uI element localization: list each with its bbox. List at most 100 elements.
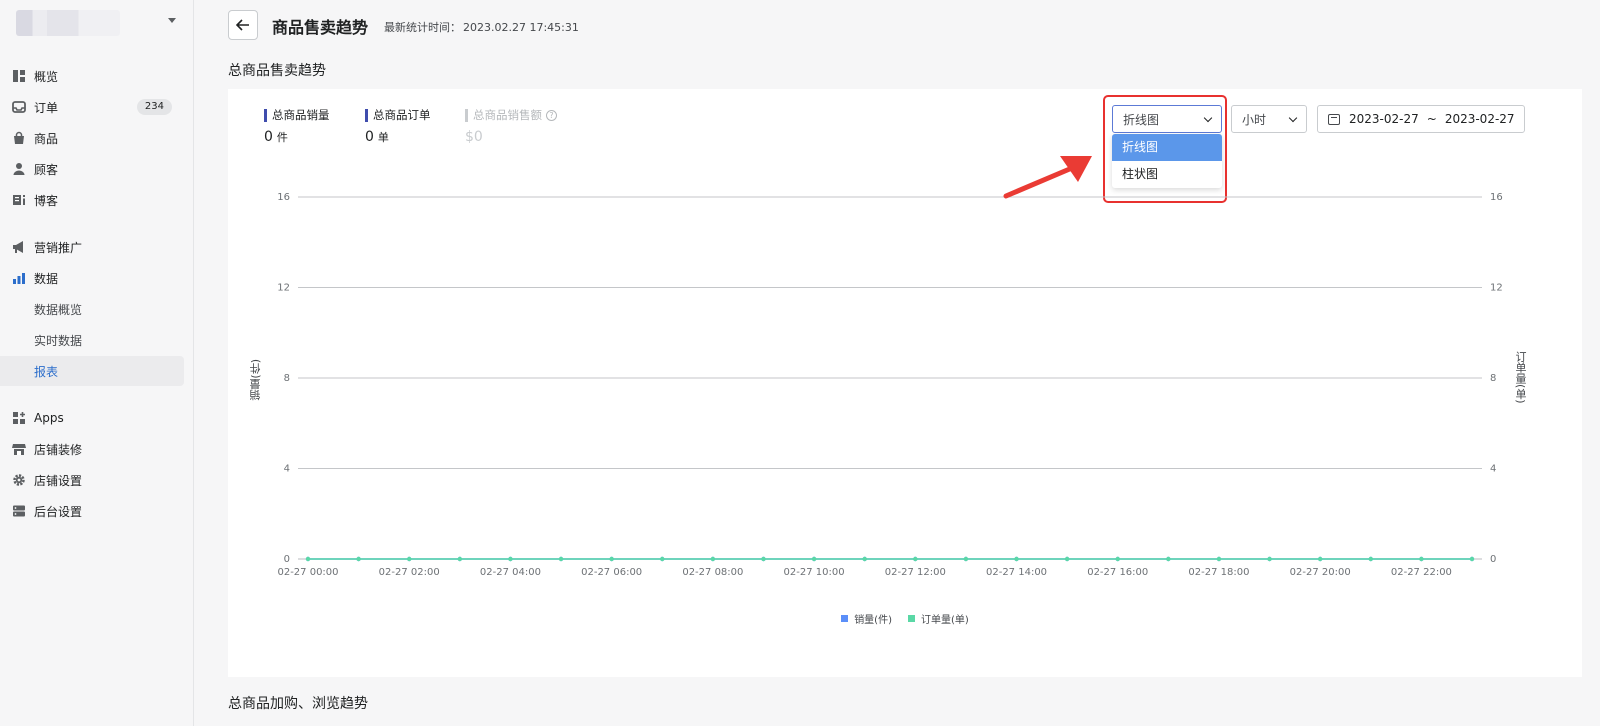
gear-icon [12, 473, 26, 487]
data-point [508, 556, 513, 562]
data-point [1317, 556, 1323, 562]
sidebar-item-label: 概览 [34, 69, 59, 84]
legend-label: 销量(件) [854, 615, 892, 626]
sidebar-item-label: 后台设置 [34, 504, 83, 519]
sidebar-subitem-reports[interactable]: 报表 [0, 356, 184, 386]
stat-time-label: 最新统计时间： [384, 21, 461, 34]
store-icon [12, 442, 26, 456]
sidebar-item-apps[interactable]: Apps [8, 403, 184, 433]
blog-icon [12, 193, 26, 207]
data-point [1419, 556, 1424, 562]
store-switcher[interactable] [16, 10, 176, 38]
data-point [1368, 556, 1373, 562]
data-point [609, 556, 614, 562]
sidebar-subitem-label: 实时数据 [34, 333, 83, 348]
data-point [1014, 556, 1019, 562]
x-tick-label: 02-27 14:00 [986, 567, 1047, 578]
y-tick-label-right: 4 [1490, 464, 1496, 475]
data-point [356, 556, 361, 562]
back-button[interactable] [228, 10, 258, 40]
x-tick-label: 02-27 12:00 [885, 567, 946, 578]
legend-item-orders[interactable]: 订单量(单) [908, 611, 969, 626]
sidebar-item-blog[interactable]: 博客 [8, 185, 184, 215]
data-point [710, 556, 716, 562]
overview-icon [12, 69, 26, 83]
y-axis-title-left: 销量(件) [249, 359, 262, 401]
data-point [407, 556, 412, 562]
section-title-sales-trend: 总商品售卖趋势 [228, 63, 326, 79]
orders-count-badge: 234 [136, 99, 172, 115]
data-point [558, 556, 564, 562]
y-tick-label-left: 0 [284, 554, 290, 565]
data-point [1115, 556, 1120, 562]
x-tick-label: 02-27 18:00 [1188, 567, 1249, 578]
y-tick-label-left: 4 [284, 464, 290, 475]
legend-swatch [841, 615, 849, 622]
sidebar-item-admin-settings[interactable]: 后台设置 [8, 496, 184, 526]
sidebar-item-label: 商品 [34, 131, 59, 146]
legend-item-sales[interactable]: 销量(件) [841, 611, 892, 626]
sidebar-item-customers[interactable]: 顾客 [8, 154, 184, 184]
page-title: 商品售卖趋势 [272, 18, 369, 37]
x-tick-label: 02-27 06:00 [581, 567, 642, 578]
data-point [811, 556, 817, 562]
server-icon [12, 504, 26, 518]
sidebar-item-label: 数据 [34, 271, 59, 286]
caret-down-icon [168, 18, 176, 23]
x-tick-label: 02-27 08:00 [682, 567, 743, 578]
data-point [1166, 556, 1171, 562]
sidebar-item-label: 顾客 [34, 162, 59, 177]
sidebar: 概览 订单 234 商品 顾客 博客 营销推广 数据 数据概览 实时数据 报表 … [0, 0, 194, 726]
data-point [761, 556, 766, 562]
annotation-arrow [1003, 156, 1092, 199]
y-tick-label-right: 12 [1490, 283, 1503, 294]
stat-time-value: 2023.02.27 17:45:31 [463, 21, 579, 34]
sidebar-item-orders[interactable]: 订单 234 [8, 92, 184, 122]
y-tick-label-left: 12 [277, 283, 290, 294]
y-tick-label-right: 0 [1490, 554, 1496, 565]
sidebar-subitem-label: 报表 [34, 364, 59, 379]
y-axis-title-right: 订单量(单) [1514, 351, 1527, 404]
data-point [660, 556, 665, 562]
sidebar-item-data[interactable]: 数据 [8, 263, 184, 293]
sidebar-subitem-realtime[interactable]: 实时数据 [0, 325, 184, 355]
data-point [1267, 556, 1272, 562]
x-tick-label: 02-27 04:00 [480, 567, 541, 578]
sidebar-item-store-design[interactable]: 店铺装修 [8, 434, 184, 464]
x-tick-label: 02-27 22:00 [1391, 567, 1452, 578]
x-tick-label: 02-27 20:00 [1290, 567, 1351, 578]
data-point [1216, 556, 1222, 562]
sidebar-item-label: 营销推广 [34, 240, 83, 255]
sales-trend-card: 总商品销量 0件 总商品订单 0单 总商品销售额? $0 折线图 折线图 柱状图… [228, 89, 1582, 677]
store-name-blurred [16, 10, 120, 36]
legend-swatch [908, 615, 915, 622]
section-title-cart-view-trend: 总商品加购、浏览趋势 [228, 696, 368, 712]
apps-icon [12, 411, 26, 425]
sidebar-item-store-settings[interactable]: 店铺设置 [8, 465, 184, 495]
x-tick-label: 02-27 00:00 [277, 567, 338, 578]
sidebar-item-label: 订单 [34, 100, 59, 115]
y-tick-label-left: 8 [284, 373, 290, 384]
data-point [1469, 556, 1475, 562]
x-tick-label: 02-27 10:00 [784, 567, 845, 578]
y-tick-label-left: 16 [277, 192, 290, 203]
x-tick-label: 02-27 02:00 [379, 567, 440, 578]
sidebar-item-products[interactable]: 商品 [8, 123, 184, 153]
sidebar-subitem-label: 数据概览 [34, 302, 83, 317]
bar-chart-icon [12, 271, 26, 285]
x-tick-label: 02-27 16:00 [1087, 567, 1148, 578]
sidebar-item-overview[interactable]: 概览 [8, 61, 184, 91]
bag-icon [12, 131, 26, 145]
chart-legend: 销量(件) 订单量(单) [228, 611, 1582, 626]
sidebar-item-marketing[interactable]: 营销推广 [8, 232, 184, 262]
data-point [457, 556, 463, 562]
data-point [862, 556, 867, 562]
sidebar-subitem-data-overview[interactable]: 数据概览 [0, 294, 184, 324]
person-icon [12, 162, 26, 176]
data-point [305, 556, 311, 562]
y-tick-label-right: 8 [1490, 373, 1496, 384]
sidebar-item-label: 店铺设置 [34, 473, 83, 488]
sales-line-chart: 0 0 4 4 8 8 12 12 16 16 02-27 00:00 02-27 02:00 02-2… [277, 192, 1503, 578]
y-tick-label-right: 16 [1490, 192, 1503, 203]
sidebar-item-label: 博客 [34, 193, 59, 208]
